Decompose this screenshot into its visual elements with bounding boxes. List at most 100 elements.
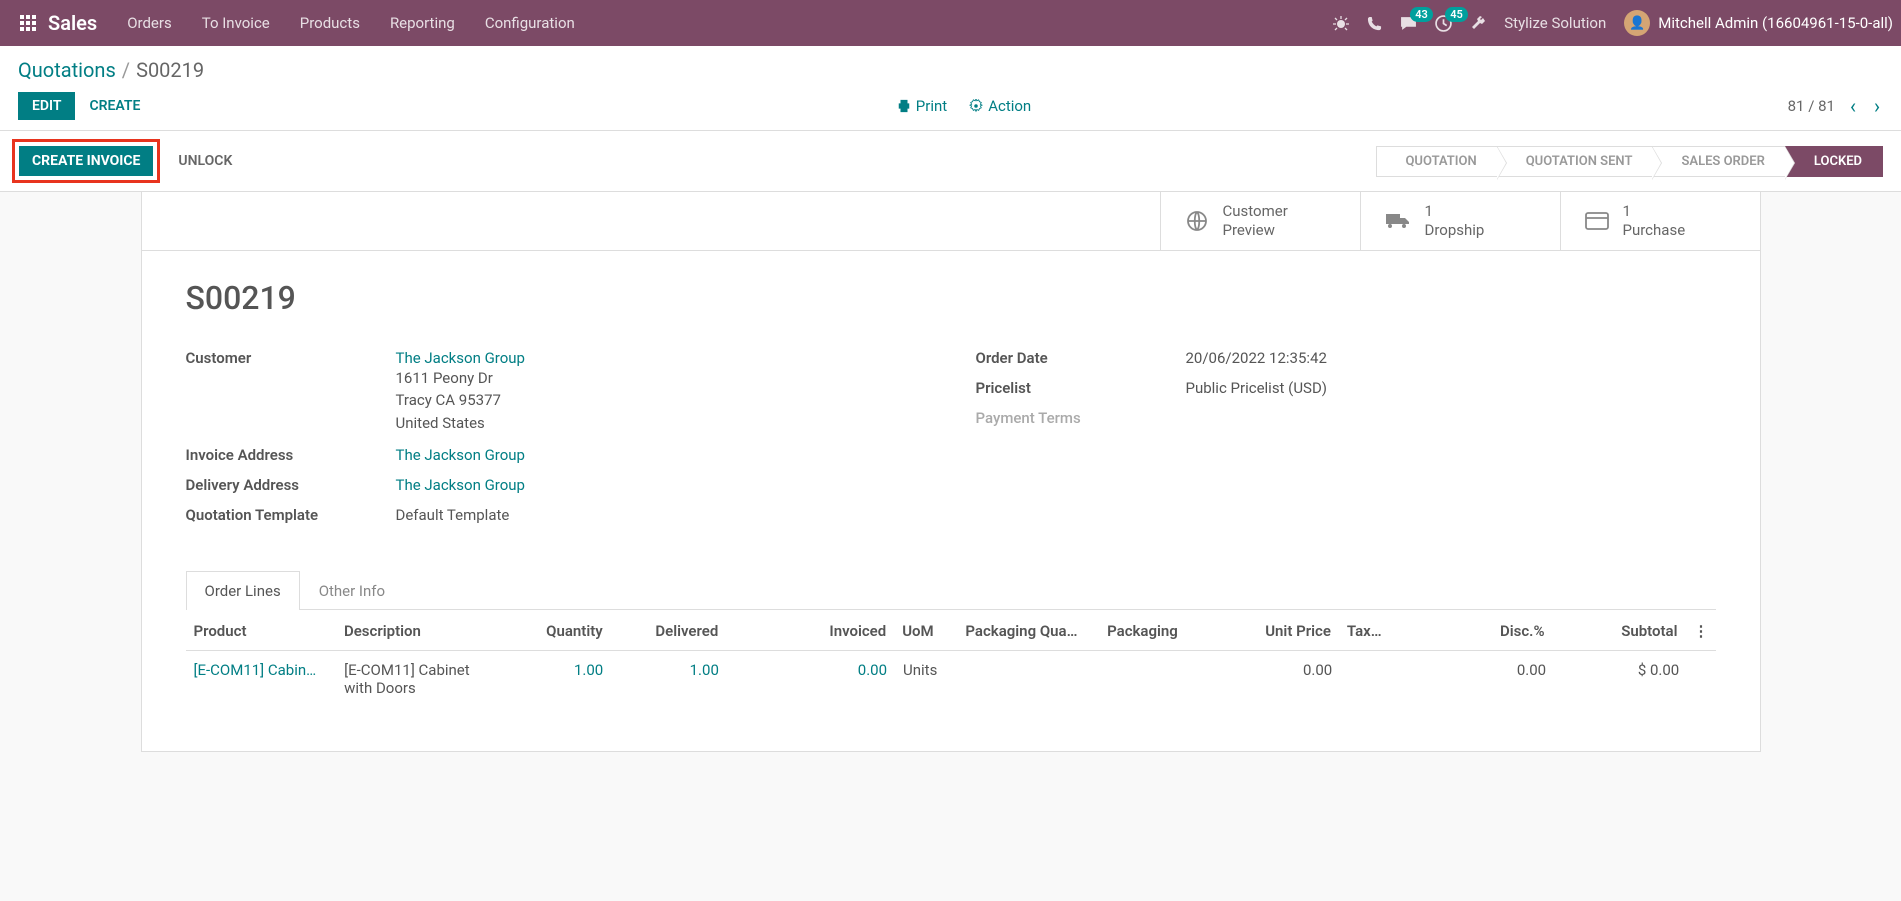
dropship-button[interactable]: 1 Dropship <box>1360 192 1560 250</box>
bug-icon[interactable] <box>1333 15 1349 31</box>
print-button[interactable]: Print <box>897 97 947 115</box>
quotation-template-value: Default Template <box>396 506 510 524</box>
invoice-address-link[interactable]: The Jackson Group <box>396 446 525 464</box>
order-lines-table: Product Description Quantity Delivered I… <box>186 612 1716 707</box>
breadcrumb-current: S00219 <box>136 58 204 82</box>
user-name: Mitchell Admin (16604961-15-0-all) <box>1658 14 1893 32</box>
customer-link[interactable]: The Jackson Group <box>396 349 525 367</box>
nav-reporting[interactable]: Reporting <box>390 14 455 32</box>
customer-addr1: 1611 Peony Dr <box>396 367 525 390</box>
create-invoice-button[interactable]: CREATE INVOICE <box>18 145 154 177</box>
th-disc: Disc.% <box>1411 622 1553 640</box>
form-right: Order Date 20/06/2022 12:35:42 Pricelist… <box>976 349 1716 537</box>
th-invoiced: Invoiced <box>726 622 894 640</box>
label-payment-terms: Payment Terms <box>976 409 1186 427</box>
row-taxes <box>1340 661 1412 697</box>
breadcrumb-parent[interactable]: Quotations <box>18 58 116 82</box>
user-menu[interactable]: 👤 Mitchell Admin (16604961-15-0-all) <box>1624 10 1893 36</box>
nav-right: 43 45 Stylize Solution 👤 Mitchell Admin … <box>1333 10 1893 36</box>
status-sales-order[interactable]: SALES ORDER <box>1652 146 1785 177</box>
create-invoice-highlight: CREATE INVOICE <box>12 139 160 183</box>
messages-icon[interactable]: 43 <box>1400 15 1417 32</box>
th-packaging-qty: Packaging Qua… <box>957 622 1099 640</box>
tools-icon[interactable] <box>1470 15 1486 31</box>
breadcrumb-separator: / <box>122 58 130 82</box>
top-nav: Sales Orders To Invoice Products Reporti… <box>0 0 1901 46</box>
customer-addr3: United States <box>396 412 525 435</box>
unlock-button[interactable]: UNLOCK <box>178 153 232 169</box>
activities-badge: 45 <box>1445 7 1468 22</box>
th-taxes: Tax… <box>1339 622 1411 640</box>
label-invoice-address: Invoice Address <box>186 446 396 464</box>
form-sheet: Customer Preview 1 Dropship 1 <box>141 191 1761 752</box>
label-delivery-address: Delivery Address <box>186 476 396 494</box>
customer-preview-button[interactable]: Customer Preview <box>1160 192 1360 250</box>
row-invoiced: 0.00 <box>727 661 895 697</box>
row-uom: Units <box>895 661 958 697</box>
row-quantity: 1.00 <box>496 661 612 697</box>
status-locked[interactable]: LOCKED <box>1785 146 1883 177</box>
row-product-link[interactable]: [E-COM11] Cabin… <box>194 661 317 679</box>
customer-addr2: Tracy CA 95377 <box>396 389 525 412</box>
nav-products[interactable]: Products <box>300 14 360 32</box>
label-quotation-template: Quotation Template <box>186 506 396 524</box>
stat-buttons: Customer Preview 1 Dropship 1 <box>142 192 1760 251</box>
stylize-link[interactable]: Stylize Solution <box>1504 14 1606 32</box>
card-icon <box>1585 212 1609 230</box>
form-left: Customer The Jackson Group 1611 Peony Dr… <box>186 349 926 537</box>
nav-to-invoice[interactable]: To Invoice <box>202 14 270 32</box>
app-brand[interactable]: Sales <box>48 11 97 35</box>
label-customer: Customer <box>186 349 396 435</box>
order-date-value: 20/06/2022 12:35:42 <box>1186 349 1327 367</box>
th-description: Description <box>336 622 495 640</box>
row-pkg-qty <box>958 661 1100 697</box>
apps-icon[interactable] <box>20 15 36 31</box>
globe-icon <box>1185 209 1209 233</box>
print-icon <box>897 99 911 113</box>
th-packaging: Packaging <box>1099 622 1215 640</box>
nav-configuration[interactable]: Configuration <box>485 14 575 32</box>
th-uom: UoM <box>894 622 957 640</box>
avatar: 👤 <box>1624 10 1650 36</box>
row-subtotal: $ 0.00 <box>1554 661 1687 697</box>
row-delivered: 1.00 <box>611 661 727 697</box>
activities-icon[interactable]: 45 <box>1435 15 1452 32</box>
pricelist-value: Public Pricelist (USD) <box>1186 379 1328 397</box>
phone-icon[interactable] <box>1367 16 1382 31</box>
nav-orders[interactable]: Orders <box>127 14 172 32</box>
th-unit-price: Unit Price <box>1215 622 1339 640</box>
status-quotation-sent[interactable]: QUOTATION SENT <box>1497 146 1654 177</box>
control-panel: Quotations / S00219 EDIT CREATE Print Ac… <box>0 46 1901 130</box>
row-unit-price: 0.00 <box>1216 661 1340 697</box>
row-packaging <box>1100 661 1216 697</box>
pager-text: 81 / 81 <box>1788 97 1835 115</box>
th-kebab[interactable]: ⋮ <box>1686 622 1716 640</box>
pager-next[interactable]: › <box>1871 94 1883 118</box>
delivery-address-link[interactable]: The Jackson Group <box>396 476 525 494</box>
action-button[interactable]: Action <box>969 97 1031 115</box>
th-delivered: Delivered <box>611 622 727 640</box>
pager-prev[interactable]: ‹ <box>1847 94 1859 118</box>
table-header: Product Description Quantity Delivered I… <box>186 612 1716 651</box>
create-button[interactable]: CREATE <box>89 98 140 114</box>
th-quantity: Quantity <box>495 622 611 640</box>
tabs: Order Lines Other Info <box>186 570 1716 610</box>
truck-icon <box>1385 211 1411 231</box>
label-order-date: Order Date <box>976 349 1186 367</box>
row-description: [E-COM11] Cabinet with Doors <box>336 661 495 697</box>
table-row[interactable]: [E-COM11] Cabin… [E-COM11] Cabinet with … <box>186 651 1716 707</box>
status-bar: CREATE INVOICE UNLOCK QUOTATION QUOTATIO… <box>0 130 1901 192</box>
row-menu <box>1687 661 1715 697</box>
label-pricelist: Pricelist <box>976 379 1186 397</box>
purchase-button[interactable]: 1 Purchase <box>1560 192 1760 250</box>
messages-badge: 43 <box>1410 7 1433 22</box>
breadcrumb: Quotations / S00219 <box>18 58 1883 82</box>
status-quotation[interactable]: QUOTATION <box>1376 146 1497 177</box>
order-title: S00219 <box>186 279 1716 317</box>
pager: 81 / 81 ‹ › <box>1788 94 1883 118</box>
th-subtotal: Subtotal <box>1553 622 1686 640</box>
tab-other-info[interactable]: Other Info <box>300 571 404 610</box>
tab-order-lines[interactable]: Order Lines <box>186 571 300 610</box>
status-steps: QUOTATION QUOTATION SENT SALES ORDER LOC… <box>1377 146 1883 177</box>
edit-button[interactable]: EDIT <box>18 92 75 120</box>
